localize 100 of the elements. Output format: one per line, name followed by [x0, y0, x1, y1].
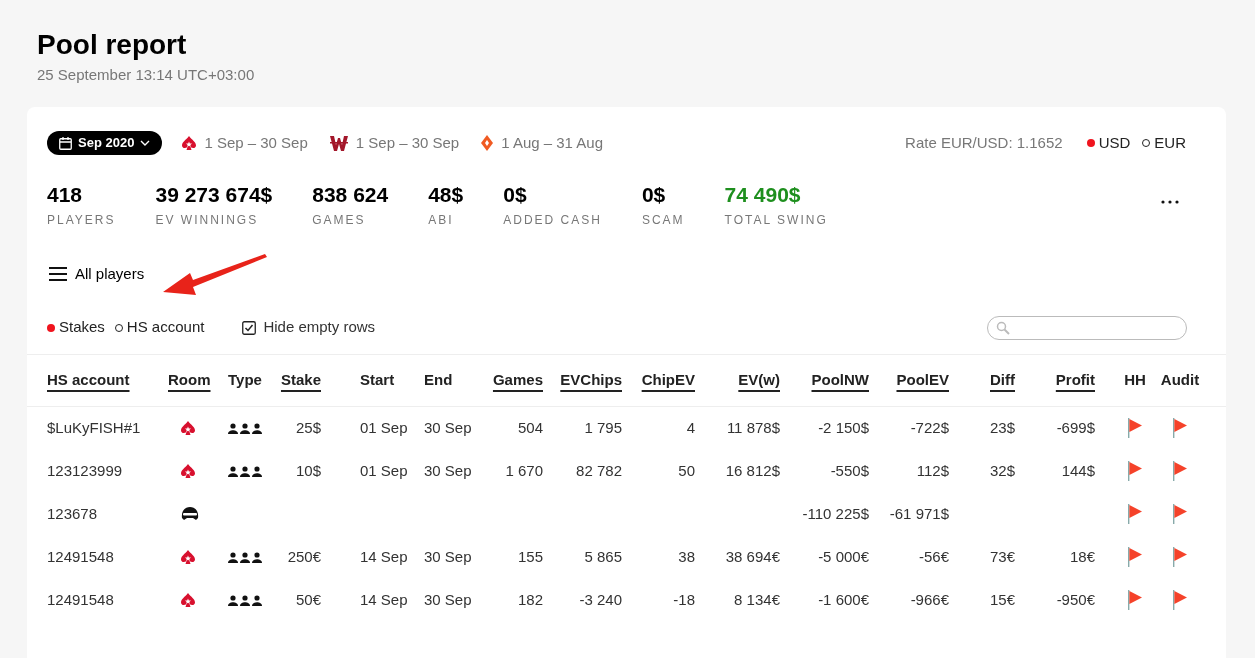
- radio-option[interactable]: HS account: [114, 316, 205, 339]
- flag-icon[interactable]: [1173, 504, 1187, 524]
- table-cell-text: 11 878$: [726, 417, 780, 438]
- column-header: End: [424, 369, 453, 390]
- table-cell-text: 1 670: [505, 460, 543, 481]
- table-cell-text: 30 Sep: [424, 589, 472, 610]
- table-cell-text: 10$: [295, 460, 321, 481]
- radio-option[interactable]: USD: [1086, 131, 1131, 155]
- table-cell-text: 12491548: [47, 589, 114, 610]
- stat-value: 838 624: [312, 182, 389, 208]
- table-cell-text: -1 600€: [818, 589, 869, 610]
- column-header[interactable]: Diff: [990, 368, 1015, 392]
- flag-icon[interactable]: [1128, 590, 1142, 610]
- table-cell-text: 8 134€: [734, 589, 780, 610]
- flag-icon[interactable]: [1128, 418, 1142, 438]
- table-cell-text: 12491548: [47, 546, 114, 567]
- column-header[interactable]: ChipEV: [641, 368, 695, 392]
- column-header[interactable]: PoolNW: [811, 368, 869, 392]
- table-cell-text: 01 Sep: [360, 460, 408, 481]
- table-cell-text: 23$: [989, 417, 1015, 438]
- table-cell-text: 01 Sep: [360, 417, 408, 438]
- stat-label: GAMES: [312, 212, 367, 229]
- column-header[interactable]: PoolEV: [896, 368, 949, 392]
- flag-icon[interactable]: [1128, 547, 1142, 567]
- table-cell-text: 15€: [989, 589, 1015, 610]
- menu-icon: [49, 267, 67, 282]
- table-cell-text: 14 Sep: [360, 589, 408, 610]
- stat-label: ABI: [428, 212, 455, 229]
- stat-label: ADDED CASH: [503, 212, 602, 229]
- diamond-icon: [481, 135, 494, 151]
- table-cell-text: $LuKyFISH#1: [47, 417, 141, 438]
- stat-label: SCAM: [641, 212, 685, 229]
- column-header[interactable]: Stake: [280, 368, 321, 392]
- table-cell-text: 30 Sep: [424, 417, 472, 438]
- spade-star-icon: [182, 136, 197, 150]
- table-cell-text: 38 694€: [725, 546, 780, 567]
- column-header[interactable]: HS account: [47, 368, 130, 392]
- stat-value: 0$: [641, 182, 667, 208]
- stat-label: TOTAL SWING: [724, 212, 828, 229]
- stat-value: 48$: [428, 182, 464, 208]
- table-cell-text: 144$: [1061, 460, 1095, 481]
- table-cell-text: 30 Sep: [424, 546, 472, 567]
- table-cell-text: 504: [517, 417, 543, 438]
- table-cell-text: -950€: [1056, 589, 1095, 610]
- table-cell-text: 73€: [989, 546, 1015, 567]
- table-cell-text: 123678: [47, 503, 98, 524]
- table-cell-text: -110 225$: [802, 503, 869, 524]
- table-cell-text: 38: [678, 546, 695, 567]
- table-cell-text: 25$: [295, 417, 321, 438]
- radio-option[interactable]: EUR: [1142, 131, 1186, 155]
- table-cell-text: 250€: [287, 546, 321, 567]
- column-header[interactable]: Profit: [1055, 368, 1095, 392]
- report-timestamp: 25 September 13:14 UTC+03:00: [37, 65, 255, 85]
- table-cell-text: -966€: [910, 589, 949, 610]
- column-header[interactable]: Games: [492, 368, 543, 392]
- column-header[interactable]: Room: [168, 368, 211, 392]
- view-menu[interactable]: All players: [49, 263, 145, 286]
- chevron-down-icon: [140, 140, 151, 146]
- table-cell-text: 14 Sep: [360, 546, 408, 567]
- table-cell-text: 155: [517, 546, 543, 567]
- table-cell-text: -722$: [910, 417, 949, 438]
- stat-value: 418: [47, 182, 84, 208]
- page-title: Pool report: [37, 28, 188, 62]
- flag-icon[interactable]: [1173, 547, 1187, 567]
- radio-option[interactable]: Stakes: [47, 316, 105, 339]
- hide-empty-rows-checkbox[interactable]: Hide empty rows: [242, 316, 376, 339]
- table-cell-text: 5 865: [584, 546, 622, 567]
- date-range: 1 Sep – 30 Sep: [355, 132, 460, 153]
- flag-icon[interactable]: [1173, 418, 1187, 438]
- table-cell-text: -699$: [1056, 417, 1095, 438]
- table-cell-text: 32$: [989, 460, 1015, 481]
- table-cell-text: -550$: [830, 460, 869, 481]
- column-header[interactable]: EVChips: [560, 368, 622, 392]
- more-options-icon[interactable]: [1161, 200, 1179, 204]
- exchange-rate: Rate EUR/USD: 1.1652: [905, 132, 1063, 153]
- stat-value: 74 490$: [724, 182, 802, 208]
- table-cell-text: 1 795: [584, 417, 622, 438]
- table-cell-text: 30 Sep: [424, 460, 472, 481]
- table-cell-text: 123123999: [47, 460, 123, 481]
- w-letter-icon: [329, 134, 348, 152]
- period-dropdown[interactable]: Sep 2020: [47, 131, 163, 155]
- flag-icon[interactable]: [1128, 461, 1142, 481]
- table-cell-text: 82 782: [576, 460, 622, 481]
- flag-icon[interactable]: [1173, 461, 1187, 481]
- stat-label: EV WINNINGS: [155, 212, 260, 229]
- stat-label: PLAYERS: [47, 212, 116, 229]
- column-header: Audit: [1160, 369, 1200, 390]
- column-header: Start: [360, 369, 395, 390]
- table-cell-text: 16 812$: [725, 460, 780, 481]
- table-cell-text: -2 150$: [818, 417, 869, 438]
- table-cell-text: 50: [678, 460, 695, 481]
- table-cell-text: -5 000€: [818, 546, 869, 567]
- calendar-icon: [59, 136, 72, 150]
- table-cell-text: -61 971$: [889, 503, 949, 524]
- column-header: HH: [1124, 369, 1146, 390]
- flag-icon[interactable]: [1128, 504, 1142, 524]
- flag-icon[interactable]: [1173, 590, 1187, 610]
- stat-value: 39 273 674$: [155, 182, 273, 208]
- table-cell-text: -18: [673, 589, 695, 610]
- column-header[interactable]: EV(w): [738, 368, 780, 392]
